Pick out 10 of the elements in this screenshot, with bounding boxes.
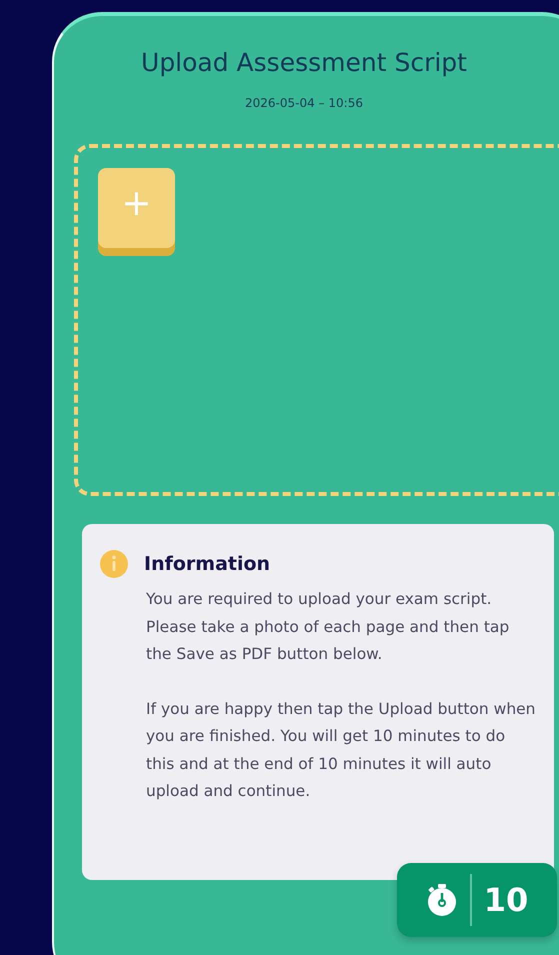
info-paragraph: You are required to upload your exam script. Please take a photo of each page and then tap the Save as PDF button below. [146, 589, 510, 665]
upload-dropzone[interactable]: + [74, 144, 559, 496]
timestamp: 2026-05-04 – 10:56 [244, 94, 364, 112]
stopwatch-icon [426, 882, 458, 916]
info-paragraph: If you are happy then tap the Upload button when you are finished. You will get 10 minutes to do this and at the end of 10 minutes it will auto upload and continue. [146, 698, 536, 802]
info-icon [100, 550, 128, 578]
timer-count: 10 [484, 880, 528, 920]
info-title: Information [144, 552, 270, 576]
add-photo-button[interactable]: + [98, 168, 175, 248]
page-title: Upload Assessment Script [140, 47, 468, 79]
